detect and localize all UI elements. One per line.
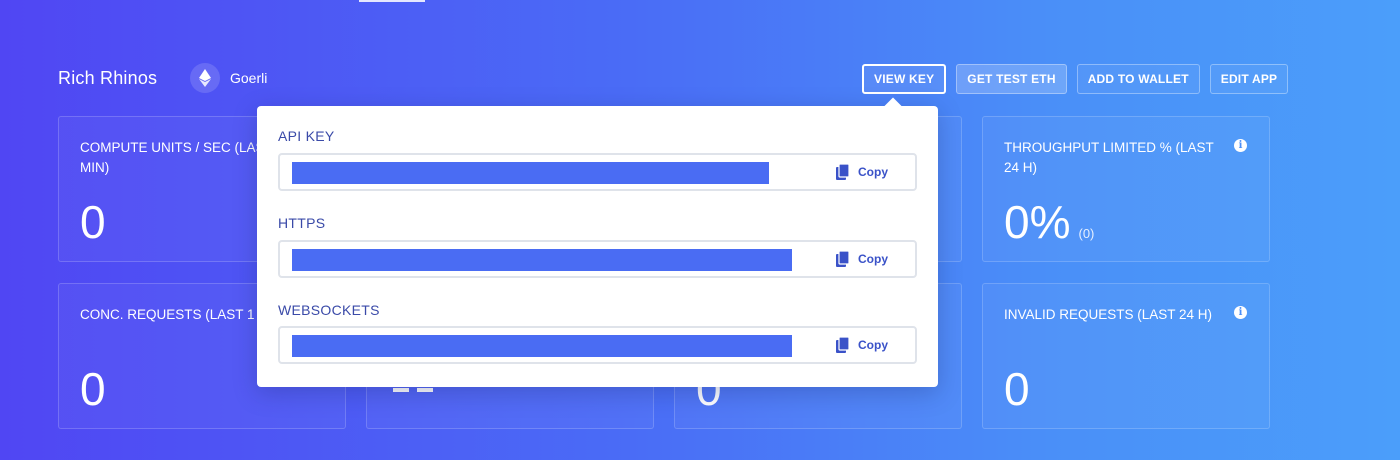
https-field[interactable]: Copy	[278, 240, 917, 278]
popover-arrow	[884, 97, 902, 115]
copy-icon	[836, 337, 850, 353]
view-key-button[interactable]: VIEW KEY	[862, 64, 947, 94]
get-test-eth-button[interactable]: GET TEST ETH	[956, 64, 1067, 94]
invalid-requests-card: INVALID REQUESTS (LAST 24 H) i 0	[982, 283, 1270, 429]
info-icon[interactable]: i	[1234, 139, 1247, 152]
view-key-popover: API KEY Copy HTTPS Copy WEBSOCKETS Copy	[257, 97, 938, 387]
redacted-value	[292, 335, 792, 357]
card-label: THROUGHPUT LIMITED % (LAST 24 H)	[1004, 140, 1214, 175]
network-label: Goerli	[230, 70, 268, 86]
card-value-number: 0%	[1004, 196, 1071, 248]
redacted-value	[292, 162, 769, 184]
copy-api-key-button[interactable]: Copy	[836, 164, 888, 180]
card-subvalue: (0)	[1078, 226, 1095, 241]
card-value: 0	[80, 363, 106, 415]
https-label: HTTPS	[278, 215, 326, 231]
card-value: 0	[80, 196, 106, 248]
api-key-field[interactable]: Copy	[278, 153, 917, 191]
add-to-wallet-button[interactable]: ADD TO WALLET	[1076, 64, 1200, 94]
network-selector[interactable]: Goerli	[190, 63, 267, 93]
card-value: 0	[1004, 363, 1030, 415]
card-label: INVALID REQUESTS (LAST 24 H)	[1004, 307, 1213, 322]
copy-websockets-button[interactable]: Copy	[836, 337, 888, 353]
ethereum-icon	[190, 63, 220, 93]
empty-value-dashes	[393, 388, 433, 392]
app-name: Rich Rhinos	[58, 68, 158, 88]
copy-https-button[interactable]: Copy	[836, 251, 888, 267]
card-value: 0% (0)	[1004, 195, 1094, 249]
websockets-field[interactable]: Copy	[278, 326, 917, 364]
redacted-value	[292, 249, 792, 271]
copy-label: Copy	[858, 338, 888, 352]
copy-icon	[836, 251, 850, 267]
copy-label: Copy	[858, 252, 888, 266]
websockets-label: WEBSOCKETS	[278, 302, 380, 318]
copy-icon	[836, 164, 850, 180]
copy-label: Copy	[858, 165, 888, 179]
active-tab-indicator	[359, 0, 425, 2]
throughput-limited-card: THROUGHPUT LIMITED % (LAST 24 H) i 0% (0)	[982, 116, 1270, 262]
info-icon[interactable]: i	[1234, 306, 1247, 319]
edit-app-button[interactable]: EDIT APP	[1209, 64, 1289, 94]
app-actions: VIEW KEY GET TEST ETH ADD TO WALLET EDIT…	[862, 64, 1289, 94]
api-key-label: API KEY	[278, 128, 335, 144]
